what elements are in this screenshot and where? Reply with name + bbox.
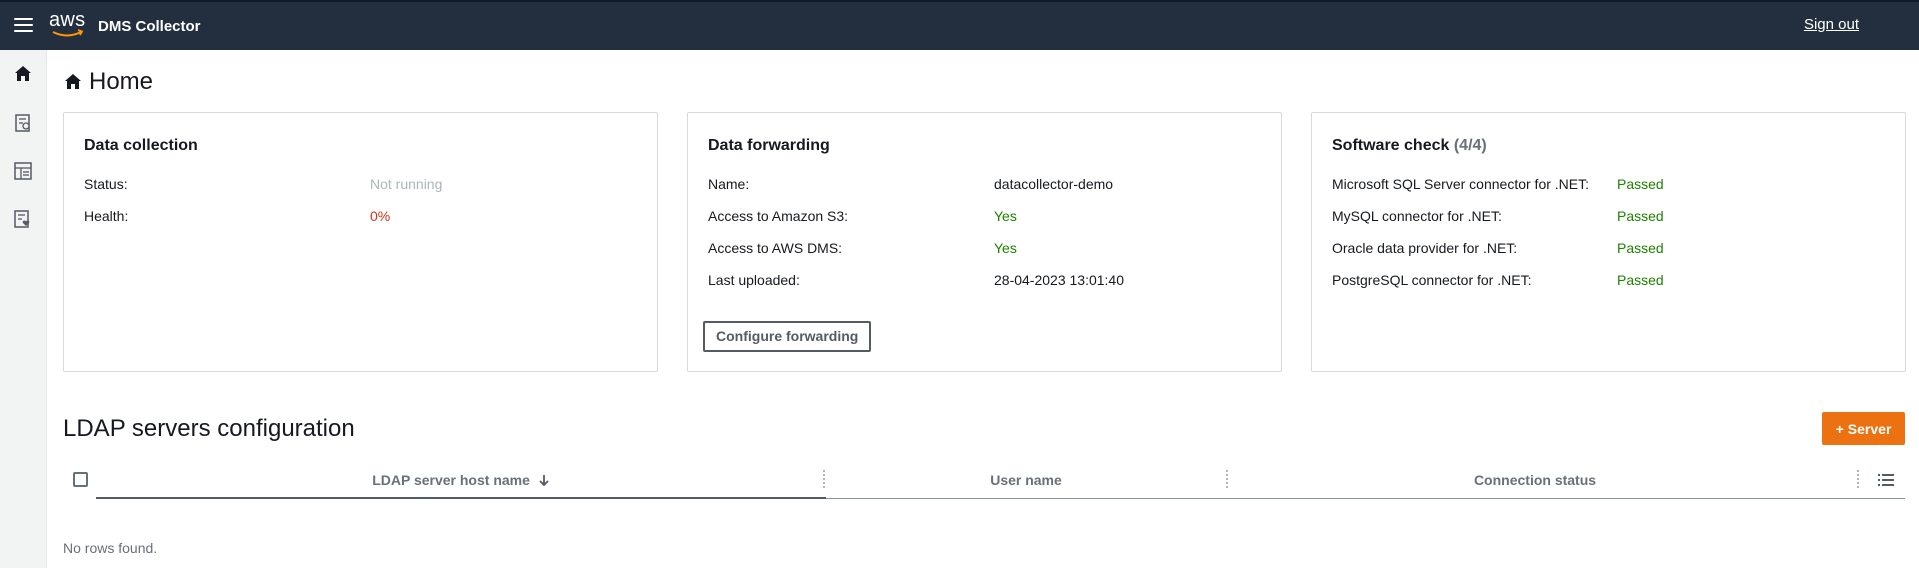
check-label: Oracle data provider for .NET:	[1332, 240, 1518, 256]
add-server-button[interactable]: + Server	[1822, 412, 1905, 445]
health-value: 0%	[370, 208, 391, 224]
check-value: Passed	[1617, 240, 1664, 256]
column-header-user-name[interactable]: User name	[826, 472, 1226, 488]
page-title: Home	[89, 68, 154, 95]
top-navigation-bar: aws DMS Collector Sign out	[0, 0, 1919, 50]
header-divider	[826, 498, 1905, 499]
check-value: Passed	[1617, 208, 1664, 224]
sort-descending-icon	[539, 475, 549, 487]
menu-icon[interactable]	[14, 18, 33, 32]
column-header-connection-status[interactable]: Connection status	[1228, 472, 1842, 488]
column-header-host-name[interactable]: LDAP server host name	[96, 472, 826, 488]
dms-access-value: Yes	[994, 240, 1017, 256]
ldap-table-header: LDAP server host name User name Connecti…	[63, 462, 1905, 499]
check-value: Passed	[1617, 176, 1664, 192]
add-server-label: Server	[1847, 420, 1892, 437]
last-uploaded-label: Last uploaded:	[708, 272, 800, 288]
name-label: Name:	[708, 176, 750, 192]
list-settings-icon[interactable]	[1877, 472, 1895, 488]
side-navigation	[0, 50, 47, 568]
dms-access-label: Access to AWS DMS:	[708, 240, 843, 256]
aws-logo: aws	[49, 9, 89, 41]
health-check-icon[interactable]	[13, 209, 33, 229]
card-title-text: Software check	[1332, 137, 1450, 154]
sorted-column-indicator	[96, 497, 826, 499]
last-uploaded-value: 28-04-2023 13:01:40	[994, 272, 1124, 288]
servers-icon[interactable]	[13, 113, 33, 133]
check-value: Passed	[1617, 272, 1664, 288]
column-resizer[interactable]	[1857, 470, 1859, 488]
check-count: (4/4)	[1453, 137, 1487, 154]
database-list-icon[interactable]	[13, 161, 33, 181]
aws-smile-icon	[52, 29, 84, 37]
main-content: Home Data collection Status: Not running…	[48, 50, 1919, 568]
status-label: Status:	[84, 176, 128, 192]
check-label: PostgreSQL connector for .NET:	[1332, 272, 1532, 288]
check-label: MySQL connector for .NET:	[1332, 208, 1502, 224]
name-value: datacollector-demo	[994, 176, 1114, 192]
configure-forwarding-button[interactable]: Configure forwarding	[703, 321, 872, 352]
app-title: DMS Collector	[98, 18, 201, 35]
page-heading: Home	[63, 68, 153, 96]
check-label: Microsoft SQL Server connector for .NET:	[1332, 176, 1590, 192]
software-check-card: Software check (4/4) Microsoft SQL Serve…	[1311, 112, 1906, 372]
plus-icon: +	[1835, 420, 1844, 437]
select-all-checkbox[interactable]	[73, 472, 88, 487]
card-title: Data collection	[84, 137, 198, 154]
status-value: Not running	[370, 176, 443, 192]
data-forwarding-card: Data forwarding Name: datacollector-demo…	[687, 112, 1282, 372]
card-title: Data forwarding	[708, 137, 830, 154]
ldap-section-title: LDAP servers configuration	[63, 415, 355, 442]
column-header-label: LDAP server host name	[372, 472, 530, 488]
card-title: Software check (4/4)	[1332, 137, 1487, 155]
home-icon[interactable]	[13, 64, 33, 84]
empty-table-message: No rows found.	[63, 540, 158, 556]
data-collection-card: Data collection Status: Not running Heal…	[63, 112, 658, 372]
health-label: Health:	[84, 208, 129, 224]
sign-out-link[interactable]: Sign out	[1804, 16, 1859, 33]
column-resizer[interactable]	[823, 470, 825, 488]
s3-access-label: Access to Amazon S3:	[708, 208, 849, 224]
s3-access-value: Yes	[994, 208, 1017, 224]
home-icon	[65, 74, 81, 89]
